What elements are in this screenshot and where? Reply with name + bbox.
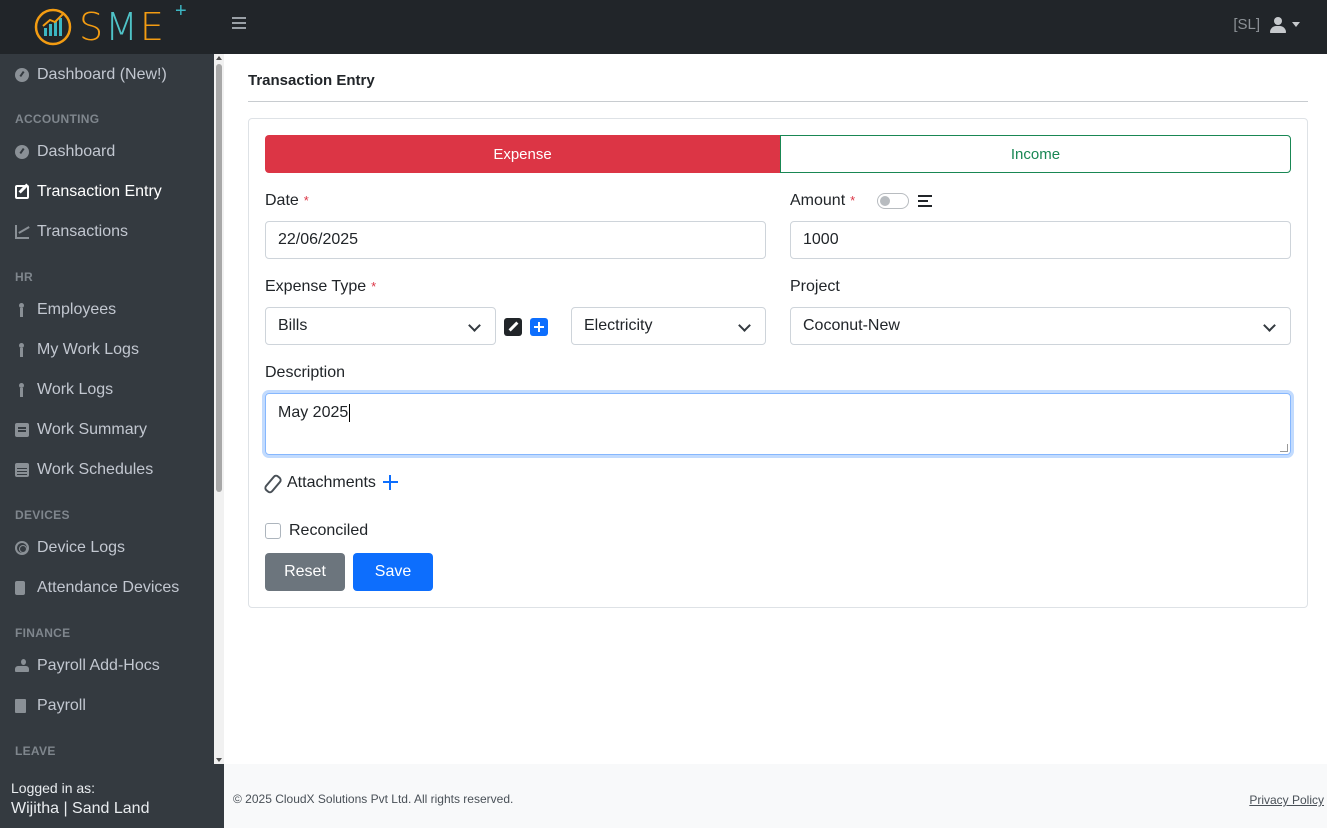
project-label: Project <box>790 278 840 295</box>
user-menu[interactable]: [SL] <box>1233 16 1300 33</box>
edit-icon <box>15 185 29 199</box>
sidebar-user-panel: Logged in as: Wijitha | Sand Land <box>0 764 224 828</box>
expense-tab[interactable]: Expense <box>265 135 780 173</box>
income-tab[interactable]: Income <box>780 135 1291 173</box>
sidebar-section-accounting: ACCOUNTING <box>15 112 100 126</box>
resize-handle[interactable] <box>1280 444 1288 452</box>
sidebar-item-device-logs[interactable]: Device Logs <box>15 536 125 560</box>
user-code: [SL] <box>1233 16 1260 33</box>
fingerprint-icon <box>15 541 29 555</box>
reconciled-label[interactable]: Reconciled <box>289 522 368 540</box>
sidebar-item-work-logs[interactable]: Work Logs <box>15 378 113 402</box>
add-attachment-icon[interactable] <box>383 475 398 490</box>
reset-button[interactable]: Reset <box>265 553 345 591</box>
list-icon[interactable] <box>918 195 932 210</box>
sidebar-item-my-work-logs[interactable]: My Work Logs <box>15 338 139 362</box>
logged-in-user: Wijitha | Sand Land <box>11 800 150 817</box>
chart-line-icon <box>15 225 29 239</box>
menu-toggle-icon[interactable] <box>232 17 246 32</box>
sidebar-item-payroll[interactable]: Payroll <box>15 694 86 718</box>
copyright-text: © 2025 CloudX Solutions Pvt Ltd. All rig… <box>233 792 514 806</box>
person-icon <box>15 303 29 317</box>
logo-chart-icon <box>34 8 72 46</box>
caret-down-icon <box>1292 22 1300 27</box>
page-footer: © 2025 CloudX Solutions Pvt Ltd. All rig… <box>224 764 1327 828</box>
user-icon <box>1270 16 1286 33</box>
sidebar-item-transaction-entry[interactable]: Transaction Entry <box>15 180 162 204</box>
scrollbar-thumb[interactable] <box>216 64 222 492</box>
calendar-icon <box>15 463 29 477</box>
walking-icon <box>15 383 29 397</box>
date-label: Date * <box>265 192 309 209</box>
top-navbar: SME + [SL] <box>0 0 1327 54</box>
app-logo[interactable]: SME + <box>33 0 193 49</box>
sidebar-item-dashboard-new[interactable]: Dashboard (New!) <box>15 63 167 87</box>
clipboard-icon <box>15 423 29 437</box>
paperclip-icon <box>265 474 279 492</box>
hand-holding-icon <box>15 659 29 673</box>
sidebar: Dashboard (New!) ACCOUNTING Dashboard Tr… <box>0 54 214 764</box>
device-icon <box>15 581 25 595</box>
project-select[interactable]: Coconut-New <box>790 307 1291 345</box>
sidebar-section-hr: HR <box>15 270 33 284</box>
expense-type-label: Expense Type * <box>265 278 377 295</box>
expense-type-select[interactable]: Bills <box>265 307 496 345</box>
text-cursor <box>349 404 351 422</box>
amount-label: Amount * <box>790 192 856 209</box>
date-field[interactable]: 22/06/2025 <box>265 221 766 259</box>
logged-in-label: Logged in as: <box>11 780 96 796</box>
amount-mode-toggle[interactable] <box>877 193 909 209</box>
amount-field[interactable]: 1000 <box>790 221 1291 259</box>
page-title: Transaction Entry <box>248 72 375 89</box>
description-label: Description <box>265 364 346 381</box>
scroll-up-arrow-icon[interactable] <box>216 56 222 60</box>
logo-wordmark: SME <box>79 5 166 49</box>
attachments-label: Attachments <box>287 474 376 491</box>
description-textarea[interactable]: May 2025 <box>265 393 1291 455</box>
title-divider <box>248 101 1308 102</box>
expense-subtype-select[interactable]: Electricity <box>571 307 766 345</box>
sidebar-item-attendance-devices[interactable]: Attendance Devices <box>15 576 179 600</box>
sidebar-item-work-summary[interactable]: Work Summary <box>15 418 147 442</box>
dashboard-icon <box>15 145 29 159</box>
sidebar-item-dashboard[interactable]: Dashboard <box>15 140 115 164</box>
transaction-form-card <box>248 118 1308 608</box>
add-expense-type-button[interactable] <box>530 318 548 336</box>
save-button[interactable]: Save <box>353 553 433 591</box>
sidebar-scrollbar[interactable] <box>214 54 224 764</box>
edit-expense-type-button[interactable] <box>504 318 522 336</box>
sidebar-item-transactions[interactable]: Transactions <box>15 220 128 244</box>
reconciled-checkbox[interactable] <box>265 523 281 539</box>
sidebar-section-leave: LEAVE <box>15 744 56 758</box>
privacy-policy-link[interactable]: Privacy Policy <box>1249 793 1324 807</box>
sidebar-item-employees[interactable]: Employees <box>15 298 116 322</box>
dashboard-icon <box>15 68 29 82</box>
scroll-down-arrow-icon[interactable] <box>216 758 222 762</box>
sidebar-item-work-schedules[interactable]: Work Schedules <box>15 458 153 482</box>
sidebar-section-finance: FINANCE <box>15 626 71 640</box>
walking-icon <box>15 343 29 357</box>
sidebar-item-payroll-add-hocs[interactable]: Payroll Add-Hocs <box>15 654 160 678</box>
file-invoice-icon <box>15 699 26 713</box>
sidebar-section-devices: DEVICES <box>15 508 70 522</box>
logo-plus: + <box>175 0 187 22</box>
